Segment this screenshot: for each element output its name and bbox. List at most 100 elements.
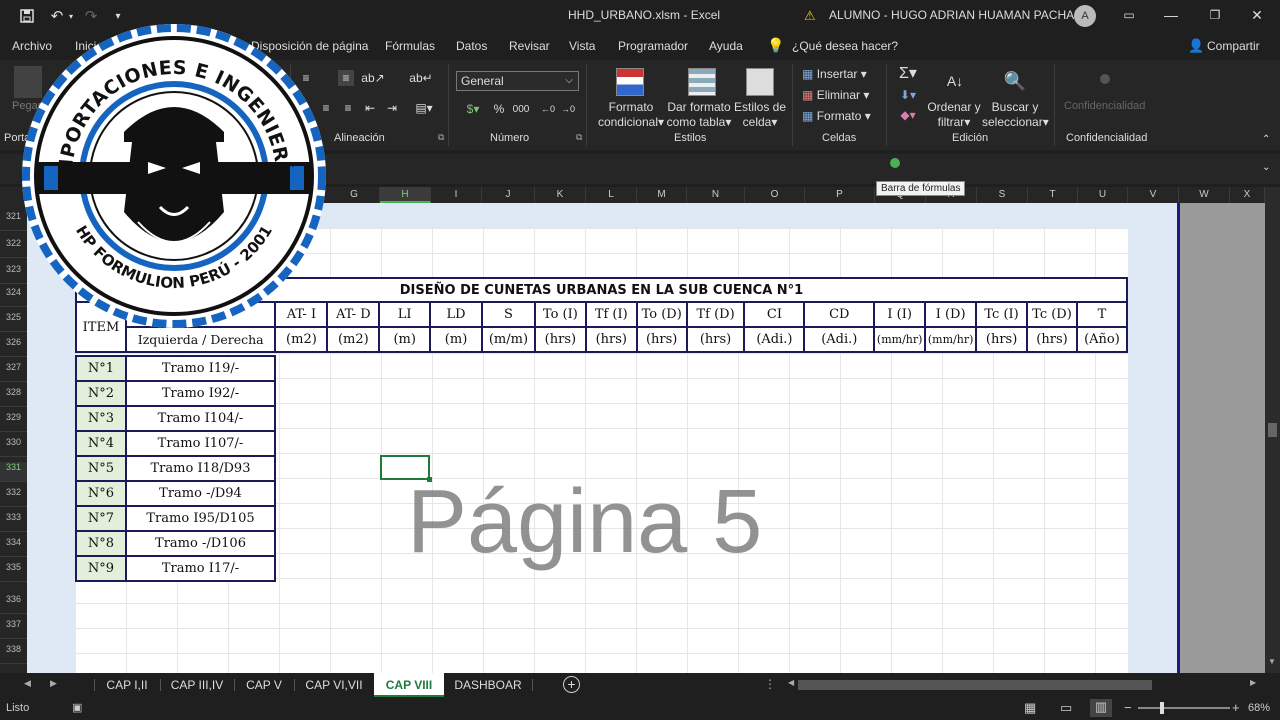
fill-icon[interactable]: ⬇▾ xyxy=(896,87,920,103)
prev-sheet-icon[interactable]: ◀ xyxy=(24,678,31,689)
zoom-in-icon[interactable]: + xyxy=(1232,700,1240,715)
warning-icon[interactable]: ⚠ xyxy=(804,8,816,24)
orientation-icon[interactable]: ab↗ xyxy=(361,70,384,86)
ribbon-display-icon[interactable]: ▭ xyxy=(1116,4,1142,26)
item-number[interactable]: N°3 xyxy=(75,405,127,432)
conditional-format-icon[interactable] xyxy=(616,68,644,96)
scroll-left-icon[interactable]: ◀ xyxy=(788,678,794,687)
row-header[interactable]: 328 xyxy=(0,387,27,407)
tramo-cell[interactable]: Tramo I19/- xyxy=(125,355,276,382)
column-header[interactable]: W xyxy=(1179,187,1230,203)
tramo-cell[interactable]: Tramo I104/- xyxy=(125,405,276,432)
menu-vista[interactable]: Vista xyxy=(569,39,595,53)
item-number[interactable]: N°4 xyxy=(75,430,127,457)
tab-dashboard[interactable]: DASHBOAR xyxy=(446,673,530,697)
horizontal-scrollbar-thumb[interactable] xyxy=(798,680,1152,690)
item-number[interactable]: N°2 xyxy=(75,380,127,407)
tramo-cell[interactable]: Tramo -/D106 xyxy=(125,530,276,557)
scroll-right-icon[interactable]: ▶ xyxy=(1250,678,1256,687)
cell-styles-button[interactable]: Estilos de celda▾ xyxy=(732,100,788,130)
column-header[interactable]: T xyxy=(1028,187,1078,203)
user-name[interactable]: ALUMNO - HUGO ADRIAN HUAMAN PACHARI xyxy=(829,8,1086,22)
align-bottom-icon[interactable]: ≡ xyxy=(338,70,354,86)
number-format-select[interactable]: General ⌵ xyxy=(456,71,579,91)
tab-cap-5[interactable]: CAP V xyxy=(236,673,292,697)
align-right-icon[interactable]: ≡ xyxy=(340,100,356,116)
row-header[interactable]: 335 xyxy=(0,562,27,582)
format-as-table-icon[interactable] xyxy=(688,68,716,96)
zoom-level[interactable]: 68% xyxy=(1248,702,1270,714)
tramo-cell[interactable]: Tramo I95/D105 xyxy=(125,505,276,532)
column-header[interactable]: L xyxy=(586,187,637,203)
item-number[interactable]: N°8 xyxy=(75,530,127,557)
macro-record-icon[interactable]: ▣ xyxy=(72,701,82,714)
row-header[interactable]: 329 xyxy=(0,412,27,432)
row-header[interactable]: 337 xyxy=(0,619,27,639)
tramo-cell[interactable]: Tramo I18/D93 xyxy=(125,455,276,482)
menu-formulas[interactable]: Fórmulas xyxy=(385,39,435,53)
number-launcher-icon[interactable]: ⧉ xyxy=(576,132,582,143)
column-header[interactable]: U xyxy=(1078,187,1128,203)
percent-icon[interactable]: % xyxy=(490,100,508,118)
menu-datos[interactable]: Datos xyxy=(456,39,487,53)
tramo-cell[interactable]: Tramo I107/- xyxy=(125,430,276,457)
share-button[interactable]: Compartir xyxy=(1207,39,1260,53)
column-header[interactable]: M xyxy=(637,187,687,203)
row-header[interactable]: 336 xyxy=(0,594,27,614)
item-number[interactable]: N°6 xyxy=(75,480,127,507)
column-header[interactable]: O xyxy=(745,187,805,203)
column-header[interactable]: S xyxy=(977,187,1028,203)
row-header[interactable]: 334 xyxy=(0,537,27,557)
item-number[interactable]: N°9 xyxy=(75,555,127,582)
next-sheet-icon[interactable]: ▶ xyxy=(50,678,57,689)
normal-view-icon[interactable]: ▦ xyxy=(1024,700,1036,716)
add-sheet-icon[interactable]: + xyxy=(563,676,580,693)
item-number[interactable]: N°7 xyxy=(75,505,127,532)
vertical-scrollbar[interactable]: ▼ xyxy=(1265,187,1280,673)
page-break-preview-icon[interactable]: ▥ xyxy=(1090,699,1112,717)
row-header[interactable]: 338 xyxy=(0,644,27,664)
decrease-decimal-icon[interactable]: →0 xyxy=(560,100,576,118)
column-header[interactable]: G xyxy=(329,187,380,203)
sort-filter-icon[interactable]: A↓ xyxy=(942,68,968,94)
column-header[interactable]: N xyxy=(687,187,745,203)
tramo-cell[interactable]: Tramo I17/- xyxy=(125,555,276,582)
tramo-cell[interactable]: Tramo -/D94 xyxy=(125,480,276,507)
minimize-icon[interactable]: — xyxy=(1158,4,1184,26)
confidencialidad-button[interactable]: Confidencialidad xyxy=(1064,100,1145,112)
row-header[interactable]: 333 xyxy=(0,512,27,532)
find-search-icon[interactable]: 🔍 xyxy=(1002,68,1028,94)
row-header-selected[interactable]: 331 xyxy=(0,462,27,482)
clear-icon[interactable]: ◆▾ xyxy=(896,107,920,123)
zoom-slider-track[interactable] xyxy=(1138,707,1230,709)
row-header[interactable]: 332 xyxy=(0,487,27,507)
tab-cap-1-2[interactable]: CAP I,II xyxy=(96,673,158,697)
column-header[interactable]: K xyxy=(535,187,586,203)
alignment-launcher-icon[interactable]: ⧉ xyxy=(438,132,444,143)
increase-decimal-icon[interactable]: ←0 xyxy=(540,100,556,118)
collapse-ribbon-icon[interactable]: ⌃ xyxy=(1262,134,1270,145)
menu-revisar[interactable]: Revisar xyxy=(509,39,550,53)
menu-ayuda[interactable]: Ayuda xyxy=(709,39,743,53)
restore-icon[interactable]: ❐ xyxy=(1202,4,1228,26)
column-header[interactable]: J xyxy=(482,187,535,203)
scrollbar-thumb[interactable] xyxy=(1268,423,1277,437)
column-header[interactable]: X xyxy=(1230,187,1265,203)
zoom-slider-thumb[interactable] xyxy=(1160,702,1164,714)
row-header[interactable]: 330 xyxy=(0,437,27,457)
autosum-icon[interactable]: Σ▾ xyxy=(894,64,922,82)
item-number[interactable]: N°1 xyxy=(75,355,127,382)
row-header[interactable]: 327 xyxy=(0,362,27,382)
tab-split-handle-icon[interactable]: ⋮ xyxy=(764,677,776,691)
expand-formula-icon[interactable]: ⌄ xyxy=(1262,162,1270,173)
merge-center-icon[interactable]: ▤▾ xyxy=(410,100,438,116)
format-button[interactable]: ▦ Formato ▾ xyxy=(802,109,871,123)
page-layout-icon[interactable]: ▭ xyxy=(1060,700,1072,716)
column-header[interactable]: P xyxy=(805,187,875,203)
avatar[interactable]: A xyxy=(1074,5,1096,27)
row-header[interactable]: 326 xyxy=(0,337,27,357)
format-as-table-button[interactable]: Dar formato como tabla▾ xyxy=(666,100,732,130)
increase-indent-icon[interactable]: ⇥ xyxy=(384,100,400,116)
decrease-indent-icon[interactable]: ⇤ xyxy=(362,100,378,116)
insert-button[interactable]: ▦ Insertar ▾ xyxy=(802,67,867,81)
